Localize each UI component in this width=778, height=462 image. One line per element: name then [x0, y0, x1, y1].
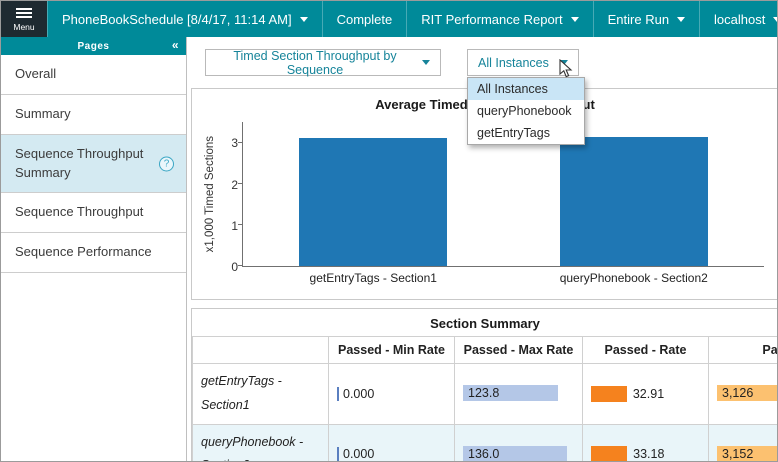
- sidebar-item-sequence-throughput[interactable]: Sequence Throughput: [1, 193, 186, 233]
- schedule-dropdown[interactable]: PhoneBookSchedule [8/4/17, 11:14 AM]: [47, 1, 322, 37]
- row-name: getEntryTags - Section1: [193, 364, 329, 425]
- rate-value: 32.91: [633, 387, 664, 401]
- status-badge: Complete: [322, 1, 407, 37]
- app-window: Menu PhoneBookSchedule [8/4/17, 11:14 AM…: [0, 0, 778, 462]
- max-rate-value: 123.8: [468, 386, 499, 400]
- min-rate-bar: [337, 387, 339, 401]
- host-dropdown[interactable]: localhost: [699, 1, 778, 37]
- min-rate-value: 0.000: [343, 447, 374, 461]
- chevron-down-icon: [773, 17, 778, 22]
- bar-getentrytags-section1: [299, 138, 447, 266]
- menu-item-queryphonebook[interactable]: queryPhonebook: [468, 100, 584, 122]
- menu-label: Menu: [13, 22, 34, 32]
- chevron-down-icon: [300, 17, 308, 22]
- max-rate-cell: 123.8: [455, 364, 583, 425]
- menu-item-all-instances[interactable]: All Instances: [468, 78, 584, 100]
- sidebar-item-summary[interactable]: Summary: [1, 95, 186, 135]
- y-tick-mark: [238, 142, 243, 143]
- report-label: RIT Performance Report: [421, 12, 562, 27]
- hamburger-icon: [16, 6, 32, 20]
- y-tick-label: 1: [231, 219, 238, 233]
- passed-total-value: 3,126: [722, 386, 753, 400]
- run-dropdown[interactable]: Entire Run: [593, 1, 699, 37]
- col-passed-min-rate: Passed - Min Rate: [329, 337, 455, 364]
- bar-queryphonebook-section2: [560, 137, 708, 266]
- max-rate-cell: 136.0: [455, 424, 583, 462]
- col-passed-rate: Passed - Rate: [583, 337, 709, 364]
- min-rate-bar: [337, 447, 339, 461]
- metric-dropdown-value: Timed Section Throughput by Sequence: [216, 49, 414, 77]
- sidebar-item-sequence-performance[interactable]: Sequence Performance: [1, 233, 186, 273]
- table-title: Section Summary: [192, 316, 777, 331]
- chevron-down-icon: [422, 60, 430, 65]
- x-axis-labels: getEntryTags - Section1 queryPhonebook -…: [243, 271, 764, 285]
- topbar: Menu PhoneBookSchedule [8/4/17, 11:14 AM…: [1, 1, 777, 37]
- instance-dropdown-menu: All Instances queryPhonebook getEntryTag…: [467, 77, 585, 145]
- pages-title: Pages: [78, 41, 110, 52]
- y-tick-mark: [238, 265, 243, 266]
- y-tick-label: 2: [231, 178, 238, 192]
- menu-button[interactable]: Menu: [1, 1, 47, 37]
- section-summary-table: Passed - Min Rate Passed - Max Rate Pass…: [192, 336, 777, 462]
- min-rate-value: 0.000: [343, 387, 374, 401]
- rate-cell: 32.91: [583, 364, 709, 425]
- min-rate-cell: 0.000: [329, 424, 455, 462]
- rate-bar: [591, 446, 627, 462]
- schedule-label: PhoneBookSchedule [8/4/17, 11:14 AM]: [62, 12, 292, 27]
- main-content: Timed Section Throughput by Sequence All…: [187, 37, 777, 462]
- y-tick-mark: [238, 224, 243, 225]
- help-icon[interactable]: ?: [159, 156, 174, 171]
- passed-total-value: 3,152: [722, 447, 753, 461]
- chevron-down-icon: [677, 17, 685, 22]
- instance-dropdown[interactable]: All Instances: [467, 49, 579, 76]
- y-tick-label: 0: [231, 260, 238, 274]
- y-axis: 0 1 2 3: [218, 122, 242, 267]
- bar-slot: [243, 122, 504, 266]
- table-header-row: Passed - Min Rate Passed - Max Rate Pass…: [193, 337, 778, 364]
- max-rate-value: 136.0: [468, 447, 499, 461]
- col-passed-truncated: Pas: [709, 337, 778, 364]
- passed-total-cell: 3,126: [709, 364, 778, 425]
- rate-value: 33.18: [633, 447, 664, 461]
- rate-cell: 33.18: [583, 424, 709, 462]
- report-dropdown[interactable]: RIT Performance Report: [406, 1, 592, 37]
- sidebar: Pages « Overall Summary Sequence Through…: [1, 37, 187, 462]
- corner-cell: [193, 337, 329, 364]
- passed-total-cell: 3,152: [709, 424, 778, 462]
- menu-item-getentrytags[interactable]: getEntryTags: [468, 122, 584, 144]
- x-category-label: queryPhonebook - Section2: [504, 271, 765, 285]
- y-tick-label: 3: [231, 136, 238, 150]
- row-name: queryPhonebook - Section2: [193, 424, 329, 462]
- sidebar-item-overall[interactable]: Overall: [1, 55, 186, 95]
- chevron-down-icon: [560, 60, 568, 65]
- pages-header: Pages «: [1, 37, 186, 55]
- sidebar-item-sequence-throughput-summary[interactable]: Sequence Throughput Summary ?: [1, 135, 186, 194]
- y-tick-mark: [238, 183, 243, 184]
- x-category-label: getEntryTags - Section1: [243, 271, 504, 285]
- report-toolbar: Timed Section Throughput by Sequence All…: [205, 49, 777, 76]
- collapse-sidebar-icon[interactable]: «: [172, 37, 179, 54]
- min-rate-cell: 0.000: [329, 364, 455, 425]
- section-summary-panel: Section Summary Passed - Min Rate Passed…: [191, 308, 777, 462]
- y-axis-label: x1,000 Timed Sections: [202, 122, 218, 267]
- table-row: getEntryTags - Section1 0.000: [193, 364, 778, 425]
- instance-dropdown-value: All Instances: [478, 56, 549, 70]
- run-label: Entire Run: [608, 12, 669, 27]
- col-passed-max-rate: Passed - Max Rate: [455, 337, 583, 364]
- metric-dropdown[interactable]: Timed Section Throughput by Sequence: [205, 49, 441, 76]
- status-label: Complete: [337, 12, 393, 27]
- rate-bar: [591, 386, 627, 402]
- host-label: localhost: [714, 12, 765, 27]
- table-row: queryPhonebook - Section2 0.000: [193, 424, 778, 462]
- sidebar-item-label: Sequence Throughput Summary: [15, 146, 143, 180]
- chevron-down-icon: [571, 17, 579, 22]
